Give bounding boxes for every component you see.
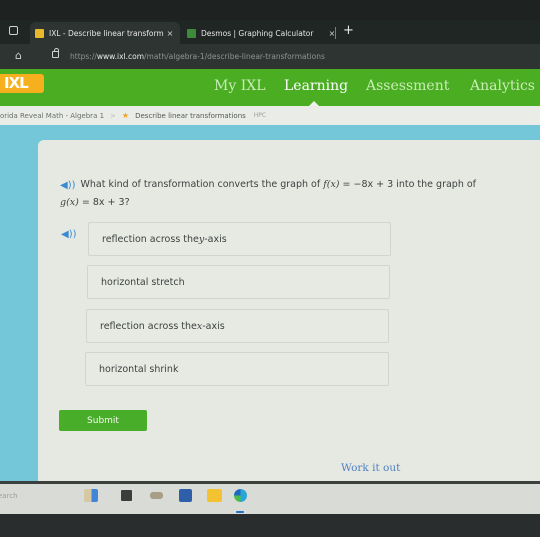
home-icon[interactable]: ⌂: [15, 49, 22, 62]
store-icon[interactable]: [179, 489, 192, 502]
tab-title: Desmos | Graphing Calculator: [201, 28, 314, 38]
choice-label-suffix: -axis: [204, 233, 227, 245]
question-text: ◀)) What kind of transformation converts …: [60, 176, 530, 211]
close-tab-icon[interactable]: ×: [164, 29, 176, 38]
edge-browser-icon[interactable]: [234, 489, 247, 502]
nav-my-ixl[interactable]: My IXL: [214, 78, 266, 94]
ixl-navbar: [0, 69, 540, 106]
choice-label: horizontal shrink: [99, 363, 179, 375]
close-tab-icon[interactable]: ×: [326, 29, 338, 38]
question-middle: into the graph of: [393, 179, 477, 190]
address-bar-input[interactable]: https://www.ixl.com/math/algebra-1/descr…: [70, 52, 325, 61]
choice-reflection-y-axis[interactable]: reflection across the y -axis: [88, 222, 391, 256]
tab-title: IXL - Describe linear transformati: [49, 28, 164, 38]
screen: IXL - Describe linear transformati × Des…: [0, 0, 540, 537]
choice-label: reflection across the: [102, 233, 199, 245]
g-rhs: 8x + 3: [92, 197, 125, 208]
question-mark: ?: [124, 197, 130, 208]
choice-horizontal-stretch[interactable]: horizontal stretch: [87, 265, 390, 299]
url-scheme: https://: [70, 52, 97, 61]
work-it-out-link[interactable]: Work it out: [341, 462, 400, 474]
lock-icon[interactable]: [52, 48, 59, 58]
choices-speaker-icon[interactable]: ◀)): [61, 229, 77, 240]
choice-label: horizontal stretch: [101, 276, 185, 288]
f-of-x: f(x): [323, 179, 340, 190]
ixl-logo[interactable]: IXL: [0, 74, 44, 93]
skill-code: HPC: [253, 112, 267, 119]
monitor-bezel: [0, 514, 540, 537]
nav-analytics[interactable]: Analytics: [470, 78, 535, 94]
choice-label-suffix: -axis: [202, 320, 225, 332]
tab-ixl[interactable]: IXL - Describe linear transformati ×: [30, 22, 180, 44]
taskbar-search[interactable]: earch: [0, 492, 18, 500]
nav-assessment[interactable]: Assessment: [366, 78, 449, 94]
question-prefix: What kind of transformation converts the…: [80, 179, 324, 190]
active-app-indicator: [236, 511, 244, 513]
equals: =: [339, 179, 354, 190]
desmos-favicon-icon: [187, 28, 196, 38]
breadcrumb-course[interactable]: lorida Reveal Math - Algebra 1: [0, 112, 104, 120]
new-tab-button[interactable]: +: [343, 23, 354, 38]
submit-button[interactable]: Submit: [59, 410, 147, 431]
breadcrumb-skill: Describe linear transformations: [135, 111, 246, 120]
tab-divider: [335, 27, 336, 39]
ixl-favicon-icon: [35, 28, 44, 38]
terminal-icon[interactable]: [121, 490, 132, 501]
g-of-x: g(x): [60, 197, 79, 208]
taskbar: [0, 484, 540, 514]
window-menu-icon[interactable]: [9, 26, 18, 35]
speaker-icon[interactable]: ◀)): [60, 177, 76, 194]
f-rhs: −8x + 3: [353, 179, 394, 190]
choice-label: reflection across the: [100, 320, 197, 332]
nav-learning[interactable]: Learning: [284, 78, 348, 94]
url-path: /math/algebra-1/describe-linear-transfor…: [144, 52, 325, 61]
breadcrumb: lorida Reveal Math - Algebra 1 > ★ Descr…: [0, 106, 540, 125]
widgets-icon[interactable]: [84, 489, 98, 502]
equals: =: [78, 197, 93, 208]
tab-desmos[interactable]: Desmos | Graphing Calculator ×: [182, 22, 342, 44]
snipping-tool-icon[interactable]: [150, 492, 163, 499]
url-host: www.ixl.com: [96, 52, 144, 61]
choice-horizontal-shrink[interactable]: horizontal shrink: [85, 352, 389, 386]
file-explorer-icon[interactable]: [207, 489, 222, 502]
choice-reflection-x-axis[interactable]: reflection across the x -axis: [86, 309, 389, 343]
star-icon: ★: [121, 111, 130, 120]
breadcrumb-separator: >: [110, 111, 116, 120]
